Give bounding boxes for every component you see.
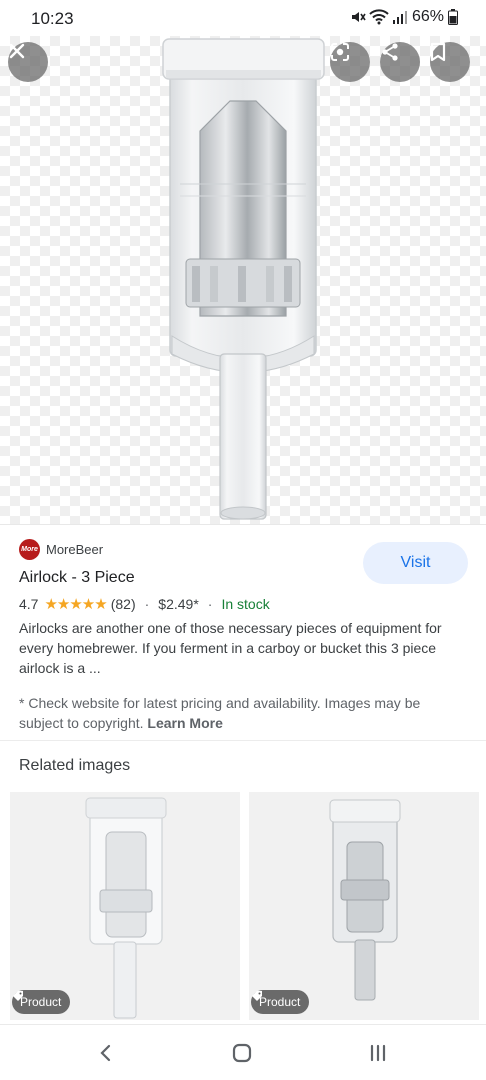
status-bar: 10:23 66% <box>0 0 486 36</box>
share-button[interactable] <box>380 42 420 82</box>
bookmark-button[interactable] <box>430 42 470 82</box>
tag-icon <box>252 991 262 1001</box>
review-count: (82) <box>110 596 136 612</box>
lens-icon <box>331 43 349 61</box>
product-meta: 4.7 ★★★★★ (82) · $2.49* · In stock <box>19 595 270 613</box>
result-info: More MoreBeer Visit Airlock - 3 Piece 4.… <box>0 524 486 740</box>
lens-button[interactable] <box>330 42 370 82</box>
related-image-card[interactable]: Product <box>10 792 240 1020</box>
learn-more-link[interactable]: Learn More <box>147 715 222 731</box>
rating-value: 4.7 <box>19 596 39 612</box>
source-logo: More <box>19 539 40 560</box>
availability: In stock <box>221 596 270 612</box>
tag-icon <box>13 991 23 1001</box>
related-airlock-image <box>85 797 167 1019</box>
hero-image[interactable] <box>0 36 486 524</box>
navigation-bar <box>0 1024 486 1080</box>
product-description: Airlocks are another one of those necess… <box>19 620 442 676</box>
related-airlock-image <box>329 799 401 1001</box>
back-icon <box>100 1044 111 1062</box>
price: $2.49* <box>158 596 199 612</box>
disclaimer: * Check website for latest pricing and a… <box>19 693 464 733</box>
product-badge: Product <box>251 990 310 1014</box>
airlock-image <box>162 38 325 520</box>
close-icon <box>9 43 25 59</box>
bookmark-icon <box>430 42 446 62</box>
product-badge: Product <box>12 990 71 1014</box>
visit-button[interactable]: Visit <box>363 542 468 584</box>
signal-icon <box>392 11 407 24</box>
related-image-card[interactable]: Product <box>249 792 479 1020</box>
source-name: MoreBeer <box>46 542 104 557</box>
rating-stars-icon: ★★★★★ <box>44 596 107 613</box>
status-time: 10:23 <box>31 9 74 28</box>
source-row[interactable]: More MoreBeer <box>19 539 103 560</box>
status-icons: 66% <box>350 8 458 26</box>
share-icon <box>382 43 398 61</box>
close-button[interactable] <box>8 42 48 82</box>
battery-icon <box>448 9 458 25</box>
product-title[interactable]: Airlock - 3 Piece <box>19 569 135 587</box>
recents-button[interactable] <box>364 1039 392 1067</box>
product-badge-label: Product <box>259 995 301 1009</box>
product-badge-label: Product <box>20 995 62 1009</box>
battery-percent: 66% <box>411 8 444 25</box>
home-button[interactable] <box>228 1039 256 1067</box>
separator: · <box>207 596 213 612</box>
mute-icon <box>351 12 366 22</box>
recents-icon <box>370 1044 386 1062</box>
wifi-icon <box>369 9 389 25</box>
separator: · <box>144 596 150 612</box>
back-button[interactable] <box>92 1039 120 1067</box>
home-icon <box>232 1043 252 1063</box>
divider <box>0 740 486 741</box>
related-images-title: Related images <box>19 757 131 774</box>
